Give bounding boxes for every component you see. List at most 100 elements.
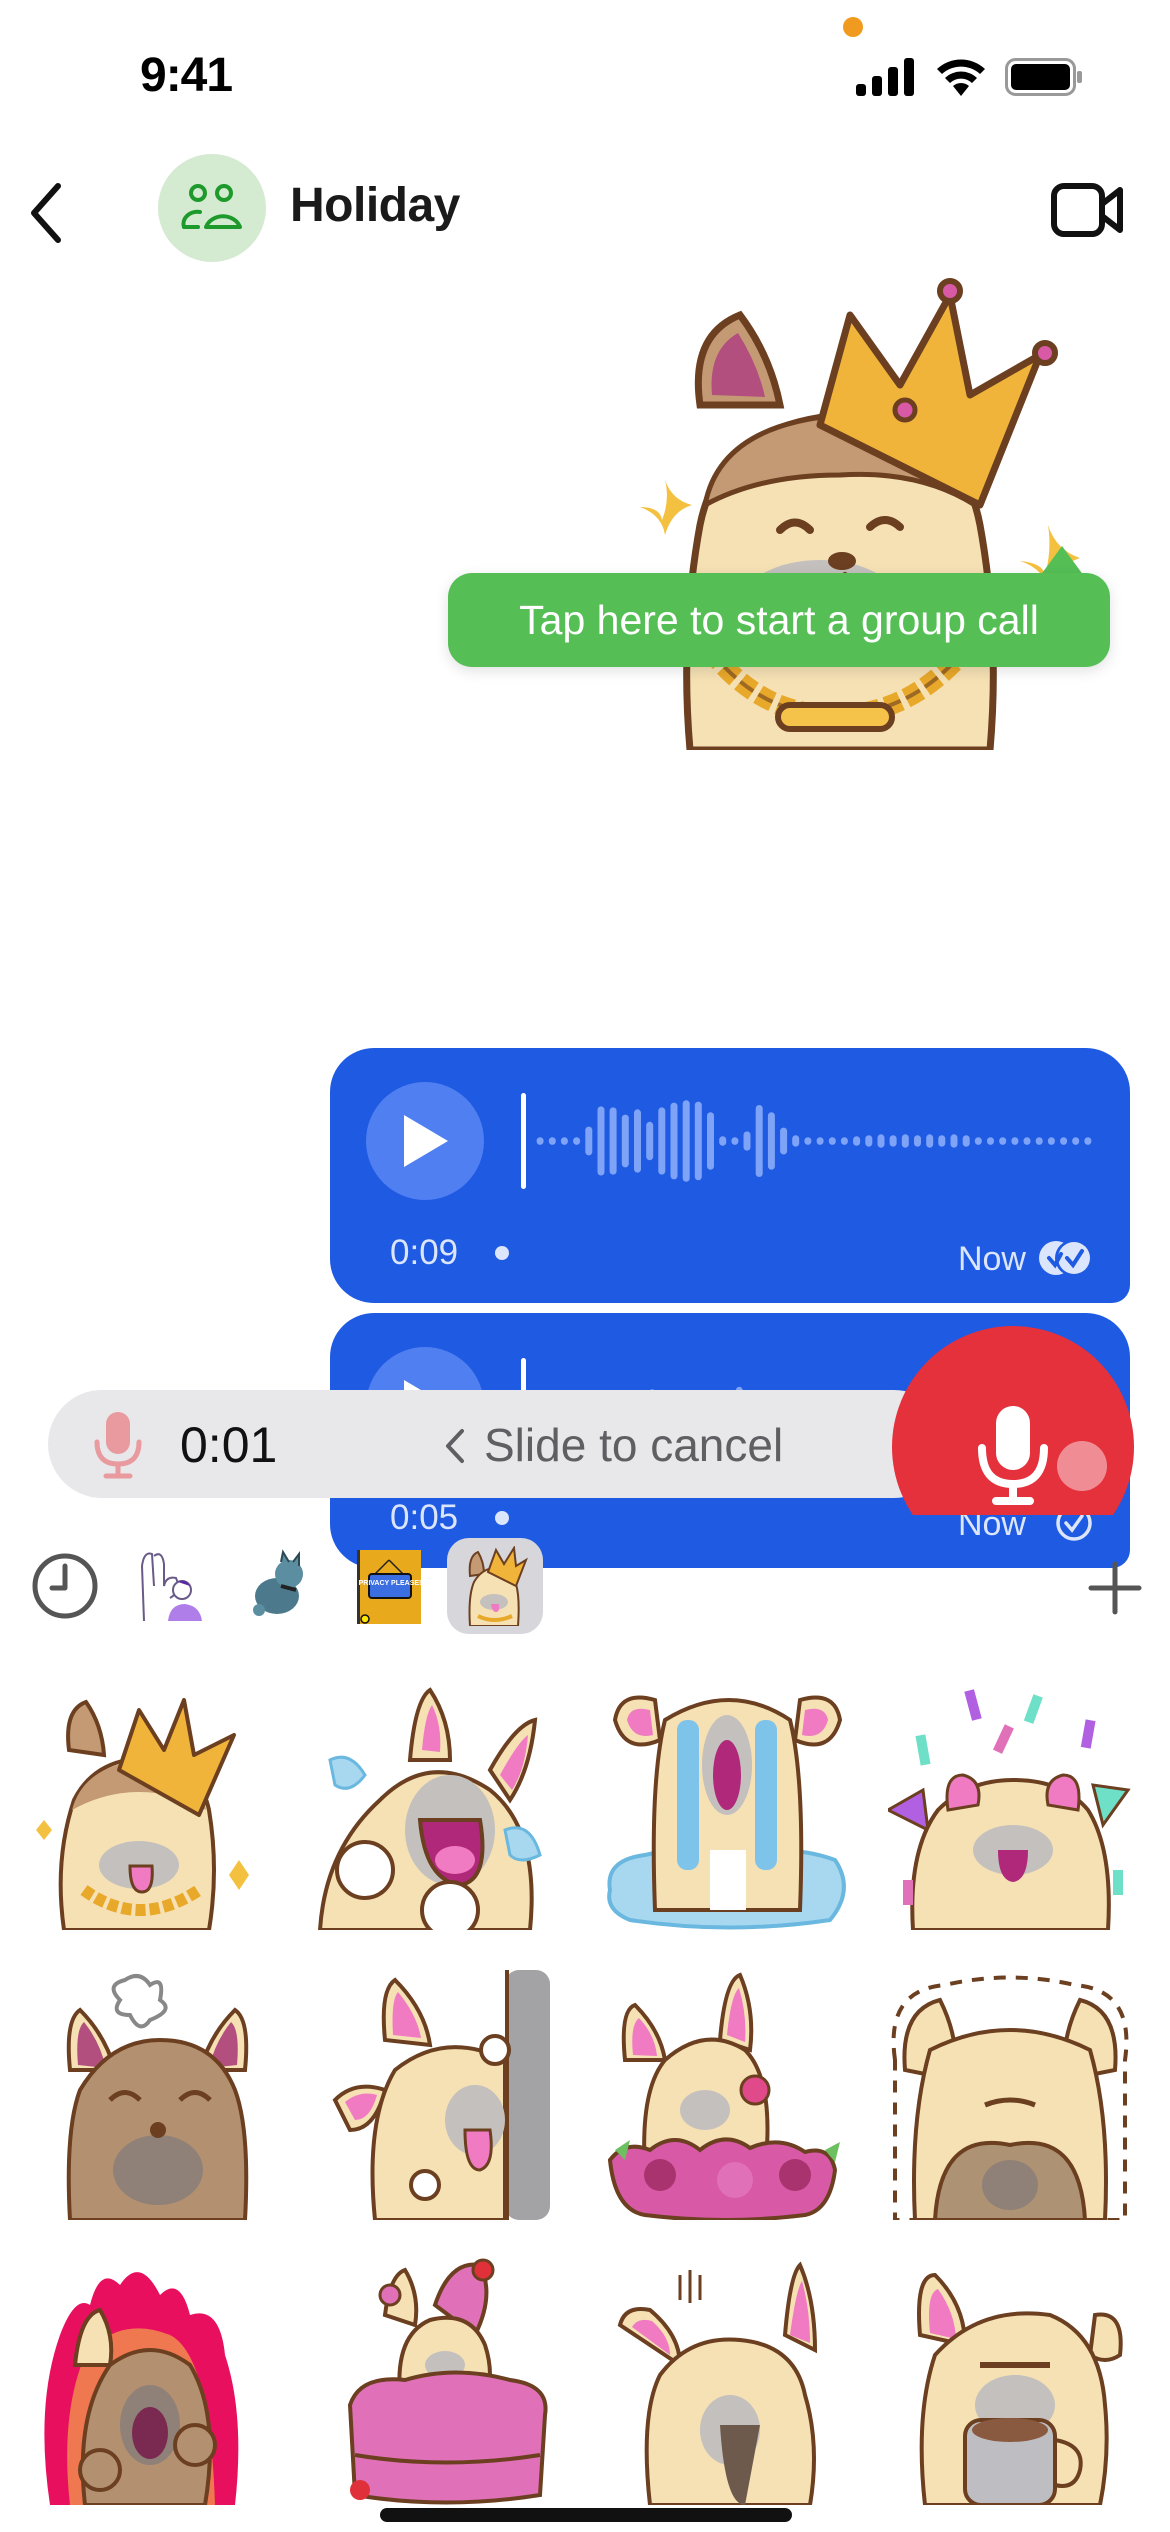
tooltip-arrow: [1040, 546, 1084, 576]
bulldog-hiding-sticker: [891, 1975, 1129, 2220]
waveform-bar: [634, 1109, 641, 1173]
voice-duration: 0:09: [390, 1233, 459, 1272]
sticker-angry[interactable]: [40, 1970, 290, 2220]
cat-sticker-thumb: [253, 1549, 303, 1616]
recording-elapsed-time: 0:01: [180, 1417, 278, 1473]
waveform-bar: [840, 1137, 848, 1145]
waveform-bar: [719, 1136, 727, 1146]
waveform-bar: [1035, 1137, 1043, 1145]
home-indicator[interactable]: [380, 2508, 792, 2522]
bulldog-flowers-sticker: [607, 1972, 840, 2220]
waveform-bar: [731, 1137, 739, 1145]
waveform-bar: [987, 1137, 994, 1145]
hand-sticker-thumb: [140, 1552, 202, 1622]
waveform-bar: [1084, 1137, 1092, 1145]
group-call-tooltip[interactable]: Tap here to start a group call: [448, 573, 1110, 667]
video-call-button[interactable]: [1050, 178, 1126, 242]
playback-scrubber[interactable]: [521, 1093, 526, 1189]
sticker-coffee[interactable]: [890, 2255, 1140, 2505]
bulldog-celebrate-sticker: [888, 1689, 1131, 1930]
waveform-bar: [755, 1105, 763, 1177]
status-bar: 9:41: [0, 0, 1170, 150]
pack-tab-privacy[interactable]: PRIVACY PLEASE!: [340, 1538, 436, 1634]
waveform-bar: [658, 1107, 666, 1175]
sticker-laugh-cry[interactable]: [310, 1680, 560, 1930]
waveform-bar: [585, 1126, 593, 1156]
slide-to-cancel-hint: Slide to cancel: [484, 1419, 784, 1471]
chat-message-list[interactable]: Tap here to start a group call 0:09 Now …: [0, 275, 1170, 1568]
sticker-pack-tabs: PRIVACY PLEASE!: [0, 1530, 1170, 1640]
privacy-indicator-dot: [843, 17, 863, 37]
waveform-bar: [901, 1134, 909, 1148]
sticker-shocked[interactable]: [610, 2255, 860, 2505]
waveform-bar: [609, 1107, 617, 1175]
chat-header: Holiday: [0, 150, 1170, 275]
chevron-left-icon: [446, 1429, 464, 1463]
sticker-celebrate[interactable]: [888, 1680, 1138, 1930]
bulldog-crying-sticker: [607, 1695, 846, 1930]
pack-tab-hand[interactable]: [122, 1538, 218, 1634]
waveform-bar: [804, 1137, 812, 1145]
microphone-icon: [978, 1406, 1048, 1505]
sticker-flowers[interactable]: [605, 1970, 855, 2220]
waveform-bar: [780, 1127, 788, 1155]
waveform-bar: [938, 1135, 946, 1147]
waveform[interactable]: [534, 1093, 1094, 1189]
sticker-crown-king[interactable]: [24, 1680, 274, 1930]
add-sticker-pack-button[interactable]: [1085, 1558, 1145, 1618]
waveform-bar: [889, 1135, 897, 1147]
sticker-fire-rage[interactable]: [30, 2255, 280, 2505]
bulldog-coffee-sticker: [917, 2272, 1123, 2505]
voice-message[interactable]: 0:09 Now: [330, 1048, 1130, 1303]
waveform-bar: [597, 1106, 605, 1176]
bulldog-crown-sticker: [36, 1698, 249, 1930]
waveform-bar: [999, 1137, 1007, 1145]
unplayed-dot: [495, 1511, 509, 1525]
waveform-bar: [560, 1137, 568, 1145]
pack-tab-cat[interactable]: [233, 1538, 329, 1634]
pack-tab-recents[interactable]: [17, 1538, 113, 1634]
record-mic-button[interactable]: [892, 1326, 1134, 1515]
waveform-bar: [767, 1112, 775, 1170]
group-icon: [181, 184, 242, 229]
battery-icon: [1005, 58, 1082, 96]
drag-handle-dot[interactable]: [1057, 1441, 1107, 1491]
chat-title[interactable]: Holiday: [290, 178, 460, 233]
play-button[interactable]: [366, 1082, 484, 1200]
bulldog-crown-sticker: [640, 278, 1080, 754]
bulldog-laughing-sticker: [317, 1687, 542, 1930]
play-icon: [404, 1115, 448, 1167]
group-avatar[interactable]: [158, 154, 266, 262]
waveform-bar: [548, 1137, 556, 1145]
pack-tab-bulldog[interactable]: [447, 1538, 543, 1634]
waveform-bar: [962, 1135, 970, 1147]
waveform-bar: [707, 1112, 714, 1170]
waveform-bar: [914, 1135, 921, 1147]
waveform-bar: [1060, 1137, 1068, 1145]
waveform-bar: [816, 1137, 824, 1145]
waveform-bar: [877, 1134, 885, 1148]
sticker-cake[interactable]: [335, 2255, 585, 2505]
bulldog-cake-sticker: [347, 2258, 548, 2505]
waveform-bar: [1011, 1137, 1019, 1145]
sticker-grid: [0, 1660, 1170, 2532]
sticker-peek[interactable]: [325, 1970, 575, 2220]
sticker-message-crown-bulldog[interactable]: [620, 275, 1120, 754]
waveform-bar: [950, 1134, 958, 1148]
waveform-bar: [743, 1131, 751, 1151]
waveform-bar: [1023, 1137, 1031, 1145]
waveform-bar: [682, 1100, 690, 1182]
wifi-icon: [937, 59, 985, 96]
waveform-bar: [536, 1137, 544, 1145]
sticker-hide-face[interactable]: [885, 1970, 1135, 2220]
sticker-crying-puddle[interactable]: [605, 1680, 855, 1930]
waveform-bar: [926, 1134, 934, 1148]
bulldog-angry-sticker: [66, 1974, 249, 2220]
waveform-bar: [865, 1135, 873, 1147]
recording-bar[interactable]: 0:01 Slide to cancel: [48, 1390, 948, 1498]
clock-icon: [32, 1553, 98, 1619]
chevron-left-icon: [31, 183, 61, 243]
waveform-bar: [694, 1101, 702, 1181]
waveform-bar: [974, 1137, 982, 1145]
back-button[interactable]: [20, 170, 80, 250]
